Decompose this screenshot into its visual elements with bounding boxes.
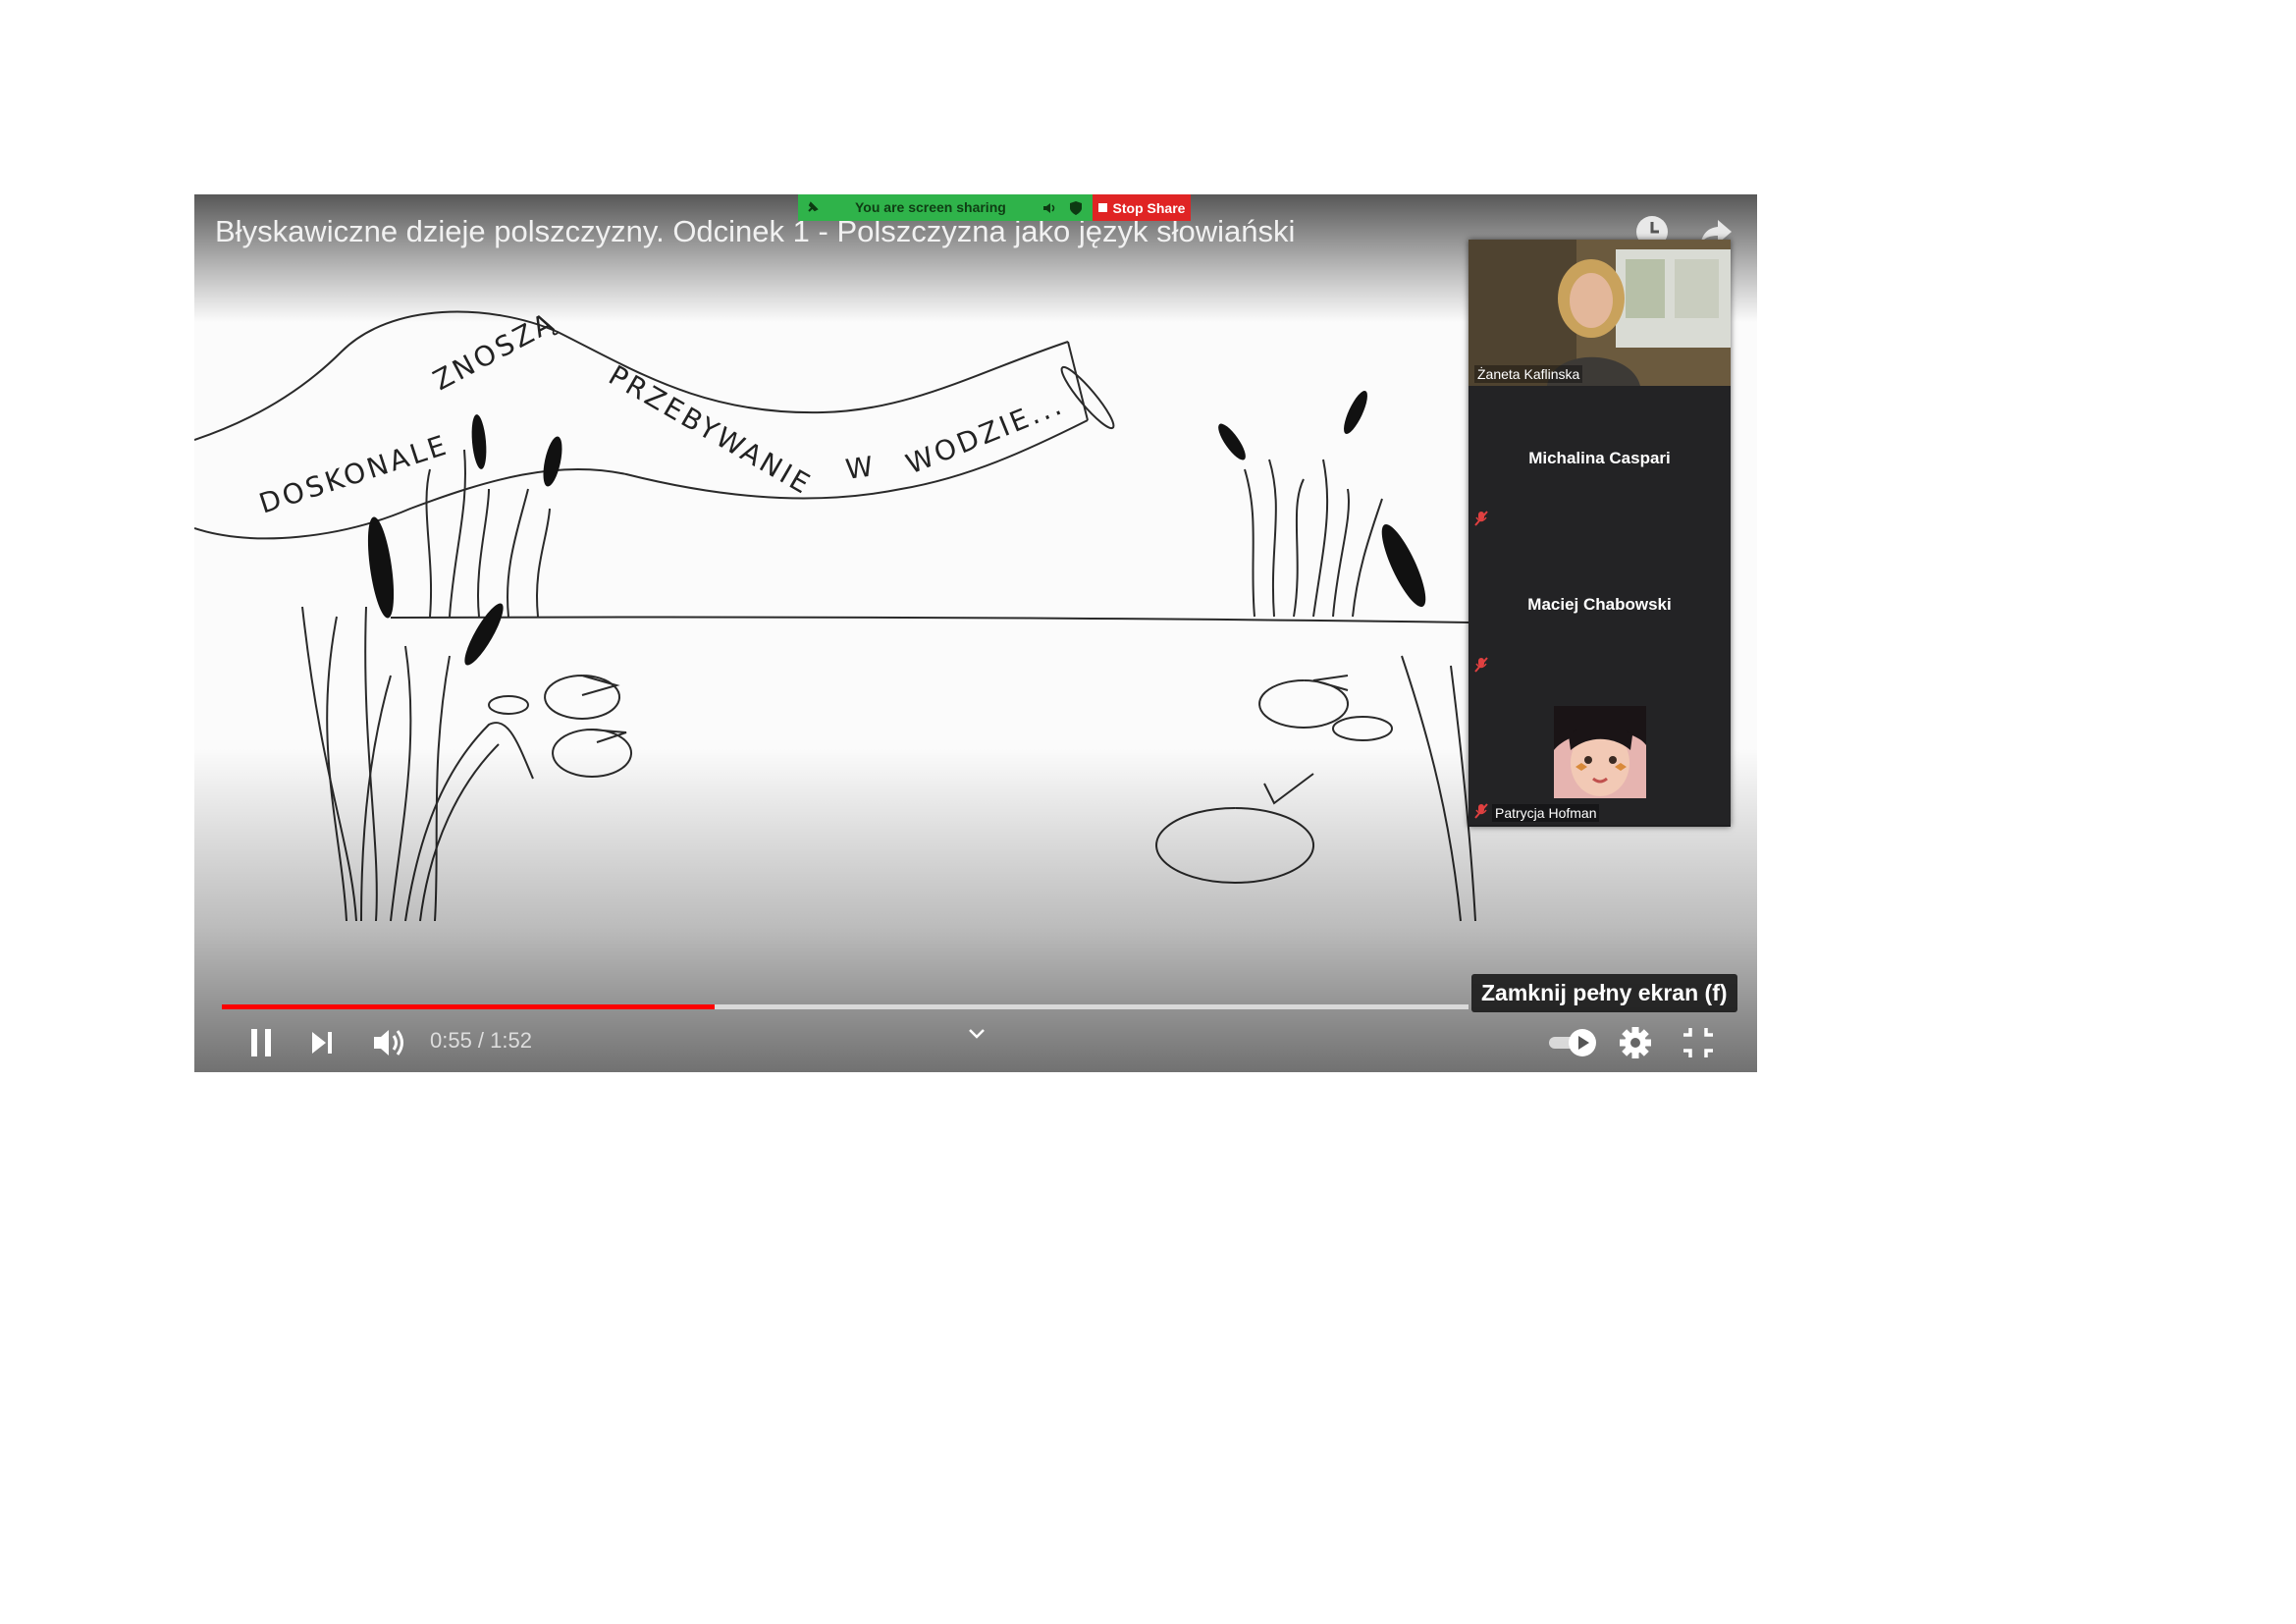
progress-bar[interactable] — [222, 1004, 1468, 1009]
participant-avatar — [1554, 706, 1646, 798]
chevron-down-icon[interactable] — [967, 1027, 987, 1041]
time-display: 0:55 / 1:52 — [430, 1028, 532, 1053]
shield-icon[interactable] — [1068, 200, 1084, 216]
exit-fullscreen-icon[interactable] — [1681, 1025, 1716, 1060]
participant-tile[interactable]: Patrycja Hofman — [1468, 678, 1731, 825]
stop-share-label: Stop Share — [1112, 199, 1186, 216]
next-icon[interactable] — [306, 1027, 338, 1058]
banner-word-4: W — [843, 450, 878, 486]
screen-sharing-label: You are screen sharing — [855, 199, 1006, 215]
settings-icon[interactable] — [1618, 1025, 1653, 1060]
participant-name: Żaneta Kaflinska — [1474, 365, 1583, 383]
participant-tile[interactable]: Żaneta Kaflinska — [1468, 240, 1731, 387]
banner-word-1: DOSKONALE — [255, 428, 453, 519]
mic-muted-icon — [1474, 511, 1488, 526]
autoplay-toggle[interactable] — [1547, 1027, 1598, 1058]
pin-icon[interactable] — [806, 200, 820, 214]
participant-tile[interactable]: Michalina Caspari — [1468, 386, 1731, 533]
zoom-sharing-bar: You are screen sharing Stop Share — [798, 194, 1191, 221]
speaker-icon[interactable] — [1041, 200, 1057, 216]
volume-icon[interactable] — [371, 1025, 408, 1060]
participant-name: Maciej Chabowski — [1527, 595, 1672, 614]
participant-tile[interactable]: Maciej Chabowski — [1468, 532, 1731, 679]
zoom-participants-panel[interactable]: Żaneta Kaflinska Michalina Caspari Macie… — [1468, 240, 1731, 827]
participant-name: Patrycja Hofman — [1492, 804, 1600, 822]
progress-played — [222, 1004, 715, 1009]
pause-icon[interactable] — [243, 1025, 279, 1060]
participant-video — [1468, 240, 1731, 386]
participant-name: Michalina Caspari — [1528, 449, 1671, 467]
screen-sharing-indicator[interactable]: You are screen sharing — [798, 194, 1093, 221]
video-player[interactable]: DOSKONALE ZNOSZĄ PRZEBYWANIE W WODZIE...… — [194, 194, 1757, 1072]
exit-fullscreen-tooltip: Zamknij pełny ekran (f) — [1471, 974, 1737, 1012]
stop-share-button[interactable]: Stop Share — [1093, 194, 1191, 221]
stop-icon — [1097, 203, 1107, 212]
mic-muted-icon — [1474, 803, 1488, 819]
banner-word-3: PRZEBYWANIE — [604, 358, 818, 501]
mic-muted-icon — [1474, 657, 1488, 673]
